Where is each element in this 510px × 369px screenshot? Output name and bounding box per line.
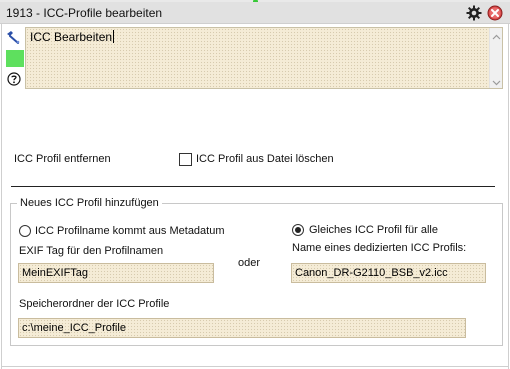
window-title: 1913 - ICC-Profile bearbeiten (6, 6, 163, 20)
radio-profile-from-metadata-label[interactable]: ICC Profilname kommt aus Metadatum (35, 225, 225, 237)
add-profile-group-title: Neues ICC Profil hinzufügen (17, 197, 162, 209)
delete-profile-checkbox-label[interactable]: ICC Profil aus Datei löschen (196, 153, 334, 165)
delete-profile-checkbox[interactable] (179, 153, 192, 166)
scroll-up-icon[interactable] (492, 31, 501, 40)
exif-tag-input[interactable]: MeinEXIFTag (18, 263, 214, 283)
radio-same-profile-for-all[interactable] (292, 224, 304, 236)
tool-icon[interactable] (6, 30, 20, 44)
close-icon[interactable] (487, 5, 503, 21)
icc-editor-textarea[interactable]: ICC Bearbeiten (25, 27, 503, 89)
editor-scrollbar[interactable] (489, 28, 502, 88)
dedicated-profile-input[interactable]: Canon_DR-G2110_BSB_v2.icc (291, 263, 486, 283)
profile-folder-input[interactable]: c:\meine_ICC_Profile (18, 318, 466, 338)
help-icon[interactable] (7, 72, 21, 86)
remove-profile-label: ICC Profil entfernen (14, 153, 111, 165)
title-bar: 1913 - ICC-Profile bearbeiten (0, 2, 510, 24)
text-caret (113, 30, 115, 43)
scroll-down-icon[interactable] (492, 76, 501, 86)
or-label: oder (238, 257, 261, 269)
bottom-border (1, 366, 509, 367)
radio-profile-from-metadata[interactable] (19, 225, 31, 237)
separator-line (11, 186, 495, 187)
dedicated-profile-label: Name eines dedizierten ICC Profils: (292, 242, 467, 254)
editor-text: ICC Bearbeiten (30, 30, 115, 44)
exif-tag-label: EXIF Tag für den Profilnamen (19, 245, 164, 257)
status-color-swatch (6, 50, 24, 67)
radio-same-profile-for-all-label[interactable]: Gleiches ICC Profil für alle (309, 224, 438, 236)
gear-icon[interactable] (466, 5, 482, 21)
profile-folder-label: Speicherordner der ICC Profile (19, 298, 170, 310)
